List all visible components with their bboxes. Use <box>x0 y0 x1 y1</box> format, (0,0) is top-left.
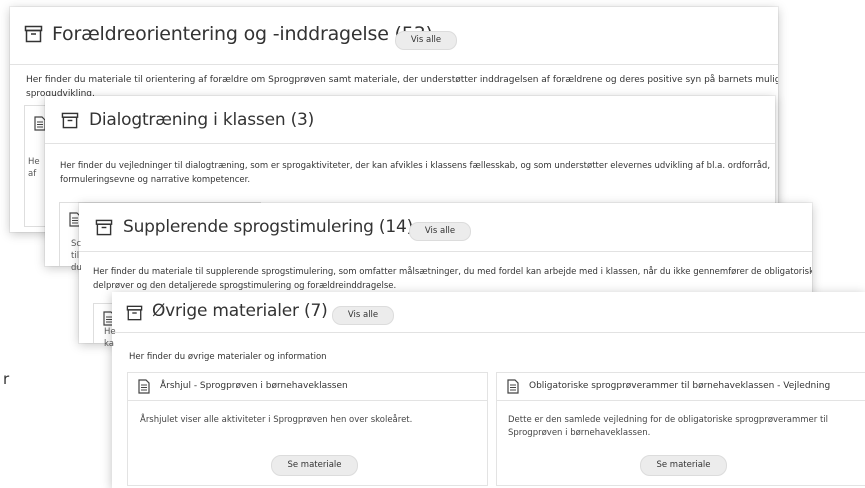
document-icon <box>507 379 519 394</box>
material-tile-header: Obligatoriske sprogprøverammer til børne… <box>497 373 865 401</box>
peek-text: He ka <box>104 327 116 349</box>
archive-box-icon <box>24 25 43 43</box>
material-tile-header: Årshjul - Sprogprøven i børnehaveklassen <box>128 373 487 401</box>
card-header: Dialogtræning i klassen (3) <box>45 96 775 144</box>
card-title: Supplerende sprogstimulering (14) <box>123 217 414 237</box>
archive-box-icon <box>126 305 143 321</box>
stray-letter: r <box>3 370 10 388</box>
vis-alle-button[interactable]: Vis alle <box>409 222 471 241</box>
card-header: Øvrige materialer (7) Vis alle <box>112 292 865 333</box>
archive-box-icon <box>95 219 113 236</box>
vis-alle-button[interactable]: Vis alle <box>332 306 394 325</box>
material-tile-text: Dette er den samlede vejledning for de o… <box>508 415 829 438</box>
material-tile-title[interactable]: Obligatoriske sprogprøverammer til børne… <box>529 381 830 391</box>
card-description: Her finder du materiale til supplerende … <box>93 267 812 291</box>
card-description: Her finder du vejledninger til dialogtræ… <box>60 161 771 185</box>
archive-box-icon <box>61 112 79 129</box>
material-tile: Obligatoriske sprogprøverammer til børne… <box>496 372 865 486</box>
document-icon <box>138 379 150 394</box>
card-description: Her finder du øvrige materialer og infor… <box>129 352 327 362</box>
card-title: Dialogtræning i klassen (3) <box>89 110 315 130</box>
material-tile: Årshjul - Sprogprøven i børnehaveklassen… <box>127 372 488 486</box>
category-card-oevrige: Øvrige materialer (7) Vis alle Her finde… <box>112 292 865 488</box>
se-materiale-button[interactable]: Se materiale <box>271 455 358 476</box>
se-materiale-button[interactable]: Se materiale <box>640 455 727 476</box>
card-header: Supplerende sprogstimulering (14) Vis al… <box>79 203 812 252</box>
peek-text: He af <box>28 157 40 179</box>
material-tile-text: Årshjulet viser alle aktiviteter i Sprog… <box>140 415 413 425</box>
card-title: Forældreorientering og -inddragelse (53) <box>52 23 433 45</box>
card-header: Forældreorientering og -inddragelse (53)… <box>10 7 778 65</box>
card-title: Øvrige materialer (7) <box>152 301 328 321</box>
material-tile-title[interactable]: Årshjul - Sprogprøven i børnehaveklassen <box>160 381 348 391</box>
vis-alle-button[interactable]: Vis alle <box>395 31 457 50</box>
peek-text: Sc til du <box>71 239 82 273</box>
